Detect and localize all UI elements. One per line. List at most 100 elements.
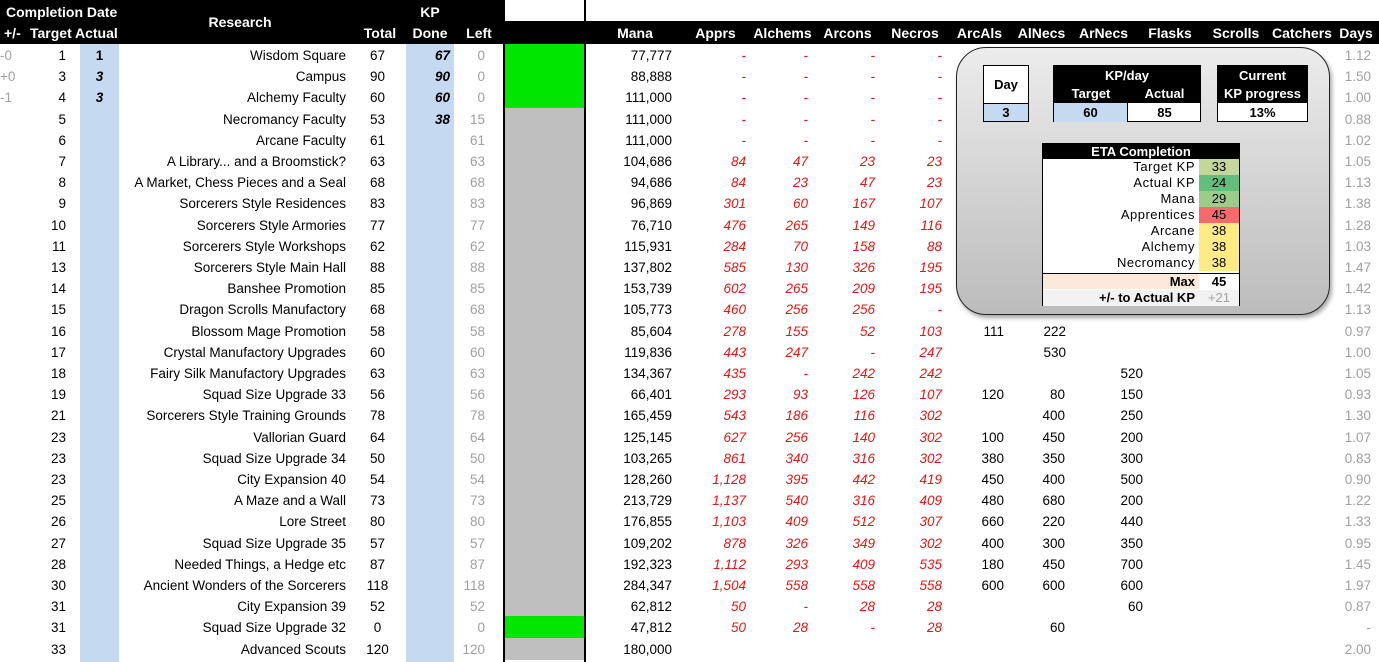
- cell-arcons: 209: [852, 281, 875, 297]
- cell-alchems: 47: [792, 154, 808, 169]
- cell-days: 1.13: [1344, 175, 1371, 191]
- cell-apprs: 84: [730, 154, 746, 169]
- cell-apprs: 1,103: [712, 514, 746, 530]
- cell-necros: -: [937, 111, 943, 127]
- cell-left: 63: [469, 154, 485, 169]
- day-box: Day 3: [983, 65, 1029, 122]
- cell-mana: 94,686: [630, 175, 672, 191]
- cell-alchems: 130: [785, 260, 808, 275]
- cell-apprs: 476: [723, 217, 746, 233]
- cell-target: 16: [50, 323, 66, 339]
- cell-mana: 128,260: [623, 472, 672, 487]
- cell-total: 53: [369, 111, 386, 127]
- cell-arcons: 242: [852, 366, 875, 381]
- cell-name: Ancient Wonders of the Sorcerers: [143, 578, 346, 593]
- cell-left: 87: [469, 556, 485, 572]
- cell-total: 88: [369, 260, 386, 275]
- cell-apprs: -: [741, 90, 747, 106]
- cell-arcals: 180: [981, 556, 1004, 572]
- cell-done: 60: [434, 90, 450, 106]
- cell-arcons: -: [870, 48, 876, 63]
- cell-arcons: 149: [852, 217, 875, 233]
- table-row: 18 Fairy Silk Manufactory Upgrades 63 63 134…: [0, 363, 1379, 384]
- cell-left: 61: [469, 132, 485, 148]
- cell-arcals: 380: [981, 450, 1004, 466]
- cell-arcons: 23: [859, 154, 875, 169]
- cell-name: Sorcerers Style Workshops: [182, 238, 346, 254]
- eta-value: 38: [1199, 255, 1239, 271]
- cell-days: 1.30: [1344, 408, 1371, 424]
- current-subtitle: KP progress: [1218, 85, 1307, 103]
- scrolls-col-header: Scrolls: [1212, 25, 1260, 41]
- cell-total: 73: [369, 493, 386, 509]
- cell-target: 10: [50, 217, 66, 233]
- eta-diff-value: +21: [1207, 290, 1231, 305]
- cell-total: 120: [366, 641, 389, 657]
- kpday-title: KP/day: [1054, 66, 1200, 85]
- cell-arcons: 52: [859, 323, 875, 339]
- cell-alchems: -: [803, 132, 809, 148]
- cell-arcons: 316: [852, 493, 875, 509]
- day-value[interactable]: 3: [984, 103, 1028, 121]
- cell-name: Advanced Scouts: [240, 641, 346, 657]
- cell-necros: -: [937, 69, 943, 85]
- cell-name: Squad Size Upgrade 35: [202, 535, 346, 551]
- cell-flasks: 440: [1120, 514, 1143, 530]
- cell-alchems: 265: [785, 281, 808, 297]
- eta-max-row: Max 45: [1043, 273, 1239, 290]
- cell-flasks: 520: [1120, 366, 1143, 381]
- cell-alchems: 558: [785, 578, 808, 593]
- cell-total: 63: [369, 366, 386, 381]
- cell-mana: 104,686: [623, 154, 672, 169]
- cell-arcons: 326: [852, 260, 875, 275]
- cell-alchems: 60: [792, 196, 808, 212]
- cell-necros: 302: [919, 429, 942, 445]
- cell-target: 27: [50, 535, 66, 551]
- cell-necros: -: [937, 90, 943, 106]
- cell-mana: 115,931: [624, 238, 672, 254]
- cell-name: A Maze and a Wall: [233, 493, 346, 509]
- cell-apprs: 284: [723, 238, 746, 254]
- eta-row: Necromancy 38: [1043, 255, 1243, 271]
- cell-alchems: 409: [785, 514, 808, 530]
- apprs-col-header: Apprs: [695, 25, 736, 41]
- cell-diff: -0: [0, 48, 13, 63]
- cell-alchems: 93: [792, 387, 808, 403]
- table-row: 33 Advanced Scouts 120 120 180,000 2.00: [0, 639, 1379, 660]
- cell-necros: 195: [919, 281, 942, 297]
- cell-days: 1.97: [1344, 578, 1371, 593]
- cell-total: 57: [369, 535, 386, 551]
- cell-actual: 3: [95, 90, 104, 106]
- cell-arcons: 442: [852, 472, 875, 487]
- cell-arcons: 349: [852, 535, 875, 551]
- cell-total: 78: [369, 408, 386, 424]
- eta-diff-label: +/- to Actual KP: [1099, 290, 1195, 305]
- eta-value: 33: [1199, 159, 1239, 175]
- cell-necros: 28: [926, 620, 942, 636]
- table-row: 31 Squad Size Upgrade 32 0 0 47,812 50 28 - 28 60…: [0, 617, 1379, 638]
- cell-alchems: -: [803, 90, 809, 106]
- cell-necros: 195: [919, 260, 942, 275]
- cell-days: 1.02: [1344, 132, 1371, 148]
- cell-total: 54: [369, 472, 386, 487]
- eta-value: 45: [1199, 207, 1239, 223]
- done-col-header: Done: [412, 25, 448, 41]
- cell-arcons: -: [870, 620, 876, 636]
- cell-arcons: -: [870, 69, 876, 85]
- cell-mana: 137,802: [623, 260, 672, 275]
- cell-target: 14: [50, 281, 66, 297]
- arnecs-col-header: ArNecs: [1078, 25, 1129, 41]
- cell-name: Squad Size Upgrade 32: [202, 620, 346, 636]
- necros-col-header: Necros: [891, 25, 939, 41]
- cell-days: 0.90: [1344, 472, 1371, 487]
- cell-target: 23: [50, 450, 66, 466]
- cell-total: 85: [369, 281, 386, 297]
- cell-name: Campus: [295, 69, 346, 85]
- cell-necros: -: [937, 48, 943, 63]
- cell-arcons: -: [870, 90, 876, 106]
- cell-apprs: 293: [723, 387, 746, 403]
- research-header: Research: [208, 14, 272, 30]
- cell-necros: 23: [926, 154, 942, 169]
- cell-target: 33: [50, 641, 66, 657]
- cell-days: 0.95: [1344, 535, 1371, 551]
